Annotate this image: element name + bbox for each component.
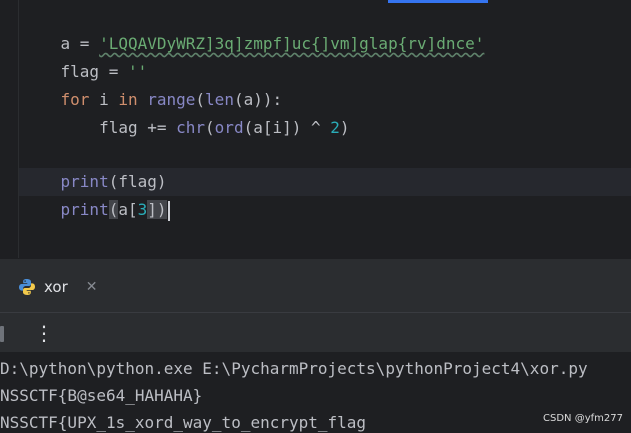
code-editor[interactable]: a = 'LQQAVDyWRZ]3q]zmpf]uc{]vm]glap{rv]d… [0,0,631,258]
editor-gutter-divider [18,0,19,258]
code-line-6[interactable]: print(flag) [22,140,167,191]
more-vertical-icon[interactable]: ⋮ [34,321,54,345]
code-line-7[interactable]: print(a[3]) [22,168,170,221]
code-line-3[interactable]: for i in range(len(a)): [22,58,283,109]
number-literal: 2 [330,118,340,137]
code-line-4[interactable]: flag += chr(ord(a[i]) ^ 2) [22,86,350,137]
string-literal: 'LQQAVDyWRZ]3q]zmpf]uc{]vm]glap{rv]dnce' [99,34,485,53]
run-console-output[interactable]: D:\python\python.exe E:\PycharmProjects\… [0,352,631,433]
run-toolbar: ⋮ [0,312,631,353]
csdn-watermark: CSDN @yfm277 [543,413,623,424]
matched-bracket-close: ]) [147,200,167,219]
paren-open: ( [205,118,215,137]
code-line-1[interactable]: a = 'LQQAVDyWRZ]3q]zmpf]uc{]vm]glap{rv]d… [22,2,485,53]
run-tool-window-header: xor ✕ [0,258,631,313]
console-output-line: NSSCTF{B@se64_HAHAHA} [0,386,203,405]
code-line-2[interactable]: flag = '' [22,30,148,81]
builtin-print: print [60,200,109,219]
tab-xor[interactable]: xor ✕ [18,273,98,301]
builtin-chr: chr [176,118,206,137]
tab-label: xor [44,278,68,296]
python-icon [18,278,36,296]
console-command-line: D:\python\python.exe E:\PycharmProjects\… [0,359,588,378]
console-output-line: NSSCTF{UPX_1s_xord_way_to_encrypt_flag [0,413,367,432]
text-cursor [167,200,170,221]
close-icon[interactable]: ✕ [86,279,98,295]
flag-append-expression: flag += [60,118,177,137]
index-expression: a[ [118,200,138,219]
left-edge-button[interactable] [0,326,4,342]
number-literal: 3 [137,200,148,219]
paren-close: ) [339,118,350,137]
xor-expression: (a[i]) ^ [243,118,331,137]
builtin-ord: ord [214,118,244,137]
matched-bracket-open: ( [108,200,119,219]
